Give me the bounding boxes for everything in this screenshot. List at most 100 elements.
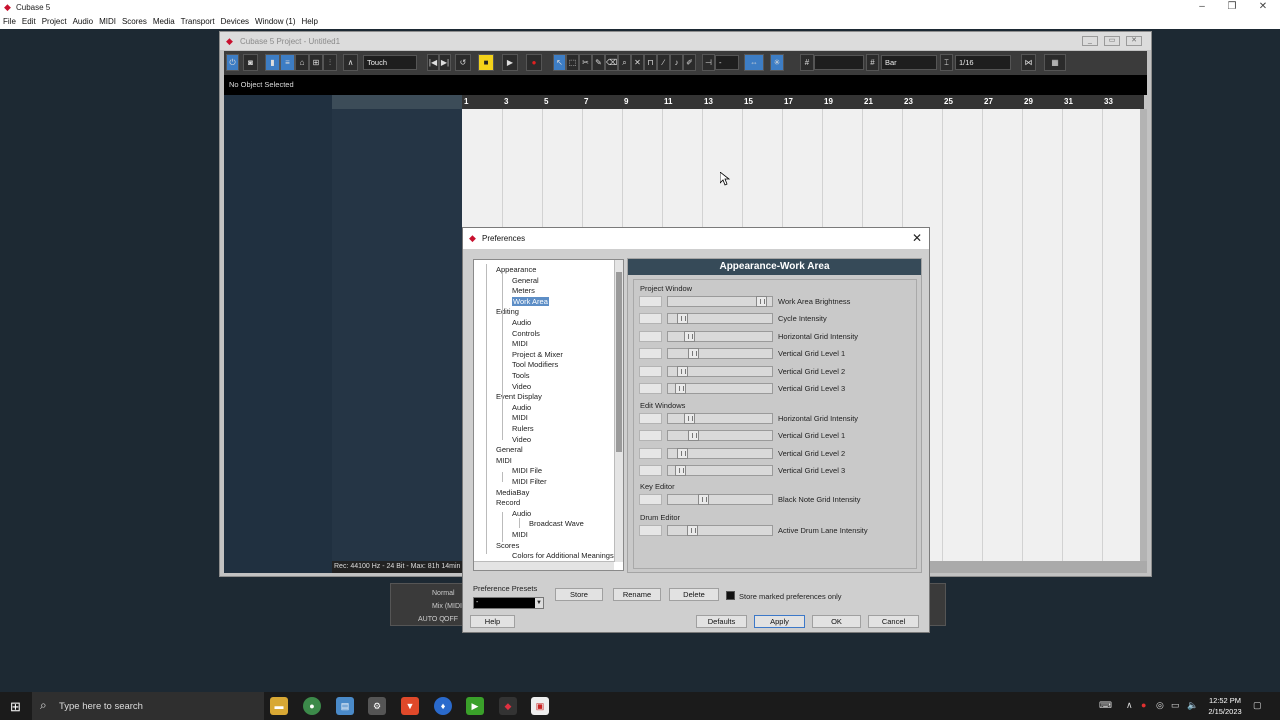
tree-item[interactable]: Scores	[496, 541, 519, 550]
menu-item[interactable]: Transport	[178, 15, 218, 26]
chrome-icon[interactable]: ●	[303, 697, 321, 715]
cubase-project-icon[interactable]: ▣	[531, 697, 549, 715]
transport-mix-label[interactable]: Mix (MIDI)	[432, 603, 464, 610]
tree-item[interactable]: Meters	[512, 286, 535, 295]
store-marked-checkbox[interactable]	[726, 591, 735, 600]
cycle-icon[interactable]: ↺	[455, 54, 471, 71]
menu-item[interactable]: File	[0, 15, 19, 26]
setting-slider[interactable]	[667, 348, 773, 360]
color-swatch[interactable]	[639, 383, 662, 394]
tree-item[interactable]: Work Area	[512, 296, 549, 306]
file-explorer-icon[interactable]: ▬	[270, 697, 288, 715]
slider-knob[interactable]	[756, 296, 767, 307]
setting-slider[interactable]	[667, 465, 773, 477]
tree-item[interactable]: Broadcast Wave	[529, 519, 584, 528]
setting-slider[interactable]	[667, 383, 773, 394]
tree-item[interactable]: Video	[512, 435, 531, 444]
vertical-scrollbar[interactable]	[1140, 109, 1147, 561]
close-icon[interactable]: ✕	[1126, 36, 1142, 46]
show-mixer-icon[interactable]: ⫶	[323, 54, 337, 71]
show-info-line-icon[interactable]: ≡	[280, 54, 295, 71]
tree-item[interactable]: General	[496, 445, 523, 454]
menu-item[interactable]: Window (1)	[252, 15, 298, 26]
keyboard-icon[interactable]: ⌨	[1099, 700, 1112, 711]
snap-icon[interactable]: ⇔	[744, 54, 764, 71]
show-hidden-icons-icon[interactable]: ∧	[1126, 700, 1133, 711]
color-swatch[interactable]	[639, 365, 662, 377]
notepad-icon[interactable]: ▤	[336, 697, 354, 715]
app-icon[interactable]: ♦	[434, 697, 452, 715]
tree-item[interactable]: Controls	[512, 329, 540, 338]
ok-button[interactable]: OK	[812, 615, 861, 628]
color-swatch[interactable]	[639, 447, 662, 459]
quantize-value-select[interactable]: 1/16	[955, 55, 1011, 70]
record-icon[interactable]: ●	[526, 54, 542, 71]
notifications-icon[interactable]: ▢	[1253, 700, 1262, 711]
setting-slider[interactable]	[667, 330, 773, 342]
setting-slider[interactable]	[667, 365, 773, 377]
menu-item[interactable]: Audio	[70, 15, 96, 26]
project-title-bar[interactable]: ◆ Cubase 5 Project - Untitled1 _ ▭ ✕	[220, 32, 1151, 50]
tree-item[interactable]: Project & Mixer	[512, 350, 563, 359]
defaults-button[interactable]: Defaults	[696, 615, 747, 628]
tree-item[interactable]: MIDI Filter	[512, 477, 547, 486]
tree-item[interactable]: Audio	[512, 509, 531, 518]
menu-item[interactable]: Scores	[119, 15, 150, 26]
erase-tool-icon[interactable]: ⌫	[605, 54, 618, 71]
timeline-ruler[interactable]: 1 3 5 7 9 11 13 15 17 19 21 23 25 27 29 31 33	[462, 95, 1144, 109]
slider-knob[interactable]	[675, 383, 686, 394]
grid-icon[interactable]: #	[800, 54, 814, 71]
tree-item[interactable]: MIDI	[512, 413, 528, 422]
tree-item[interactable]: General	[512, 276, 539, 285]
menu-item[interactable]: Devices	[218, 15, 252, 26]
snap-zero-crossing-icon[interactable]: ✳	[770, 54, 784, 71]
tree-item[interactable]: MIDI	[512, 339, 528, 348]
range-selection-tool-icon[interactable]: ⬚	[566, 54, 579, 71]
color-swatch[interactable]	[639, 413, 662, 424]
track-list[interactable]	[332, 95, 462, 573]
split-tool-icon[interactable]: ✂	[579, 54, 592, 71]
slider-knob[interactable]	[677, 447, 688, 459]
slider-knob[interactable]	[698, 494, 709, 505]
settings-gear-icon[interactable]: ⚙	[368, 697, 386, 715]
slider-knob[interactable]	[677, 365, 688, 377]
brave-icon[interactable]: ▼	[401, 697, 419, 715]
quantize-grid-icon[interactable]: #	[866, 54, 879, 71]
clock[interactable]: 12:52 PM 2/15/2023	[1200, 695, 1250, 717]
chevron-down-icon[interactable]: ▼	[535, 598, 543, 608]
auto-quantize-label[interactable]: AUTO Q	[418, 616, 445, 623]
tree-item[interactable]: Tools	[512, 371, 530, 380]
rename-button[interactable]: Rename	[613, 588, 661, 601]
grid-type-select[interactable]	[814, 55, 864, 70]
automation-mode-select[interactable]: Touch	[363, 55, 417, 70]
color-swatch[interactable]	[639, 330, 662, 342]
tree-horizontal-scrollbar[interactable]	[474, 561, 614, 570]
menu-item[interactable]: MIDI	[96, 15, 119, 26]
go-to-end-icon[interactable]: ▶|	[439, 54, 451, 71]
color-swatch[interactable]	[639, 348, 662, 360]
color-palette-icon[interactable]: ▦	[1044, 54, 1066, 71]
slider-knob[interactable]	[675, 465, 686, 477]
show-pool-icon[interactable]: ⊞	[309, 54, 323, 71]
setting-slider[interactable]	[667, 525, 773, 536]
menu-item[interactable]: Media	[150, 15, 178, 26]
constrain-delay-icon[interactable]: ◙	[243, 54, 258, 71]
color-swatch[interactable]	[639, 296, 662, 307]
delete-button[interactable]: Delete	[669, 588, 719, 601]
color-swatch[interactable]	[639, 494, 662, 505]
cancel-button[interactable]: Cancel	[868, 615, 919, 628]
setting-slider[interactable]	[667, 494, 773, 505]
color-swatch[interactable]	[639, 465, 662, 477]
object-selection-tool-icon[interactable]: ↖	[553, 54, 566, 71]
activate-project-icon[interactable]: ⏻	[226, 54, 239, 71]
preference-presets-select[interactable]: - ▼	[473, 597, 544, 609]
tree-item[interactable]: MediaBay	[496, 488, 529, 497]
setting-slider[interactable]	[667, 430, 773, 442]
menu-item[interactable]: Edit	[19, 15, 39, 26]
color-swatch[interactable]	[639, 430, 662, 442]
restore-icon[interactable]: ❐	[1215, 0, 1249, 15]
show-inspector-icon[interactable]: ▮	[265, 54, 280, 71]
tray-app-icon[interactable]: ◎	[1156, 700, 1164, 711]
close-icon[interactable]: ✕	[1246, 0, 1280, 15]
zoom-tool-icon[interactable]: ⌕	[618, 54, 631, 71]
